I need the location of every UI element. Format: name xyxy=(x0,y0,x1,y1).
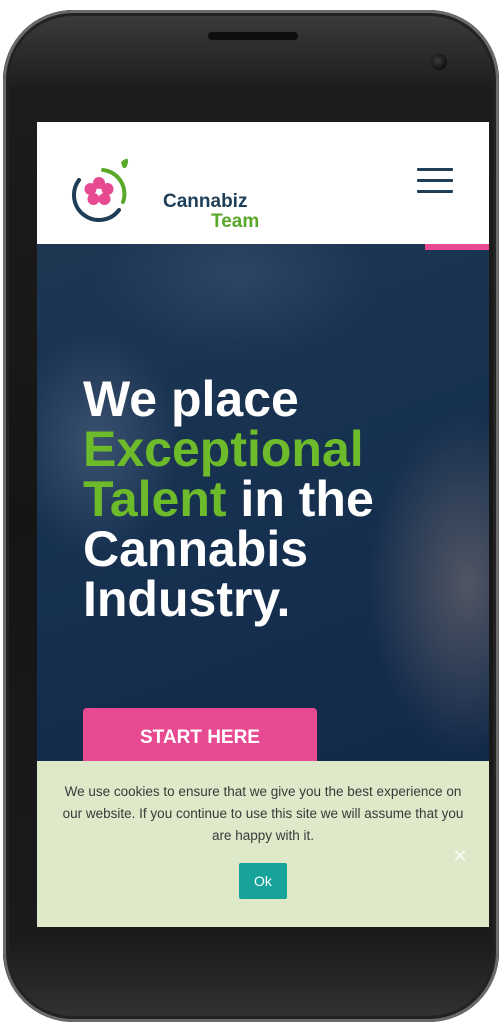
hamburger-menu-icon[interactable] xyxy=(417,168,455,196)
accent-bar xyxy=(425,244,489,250)
phone-frame: Cannabiz Team We place Exceptional Talen… xyxy=(3,10,499,1022)
cannabis-flower-logo-icon xyxy=(72,158,129,222)
hero-title-part: We place xyxy=(83,371,299,427)
cookie-ok-button[interactable]: Ok xyxy=(239,863,287,899)
cookie-message: We use cookies to ensure that we give yo… xyxy=(62,784,464,843)
site-logo[interactable]: Cannabiz Team xyxy=(65,152,265,232)
start-here-button[interactable]: START HERE xyxy=(83,708,317,768)
close-icon[interactable]: ✕ xyxy=(451,847,469,865)
phone-speaker xyxy=(208,32,298,40)
hero-title: We place Exceptional Talent in the Canna… xyxy=(83,374,483,624)
phone-screen: Cannabiz Team We place Exceptional Talen… xyxy=(37,122,489,927)
logo-line-1: Cannabiz xyxy=(163,191,248,212)
logo-wordmark: Cannabiz Team xyxy=(163,192,259,232)
hero-section: We place Exceptional Talent in the Canna… xyxy=(37,244,489,768)
logo-line-2: Team xyxy=(211,211,260,232)
cookie-banner: We use cookies to ensure that we give yo… xyxy=(37,761,489,927)
site-header: Cannabiz Team xyxy=(37,122,489,244)
phone-camera xyxy=(431,54,447,70)
